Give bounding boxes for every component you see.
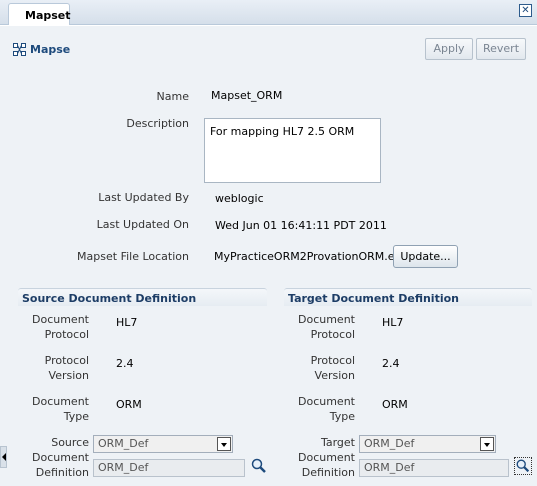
- collapse-left-icon[interactable]: [0, 446, 7, 468]
- apply-button[interactable]: Apply: [425, 38, 473, 60]
- revert-button[interactable]: Revert: [476, 38, 526, 60]
- search-icon[interactable]: [250, 457, 268, 475]
- label-line: Source: [51, 436, 89, 449]
- label-line: Type: [63, 410, 89, 423]
- chevron-down-icon[interactable]: [217, 437, 231, 451]
- label-line: Document: [298, 451, 355, 464]
- mapset-panel: Mapse Apply Revert Name Mapset_ORM Descr…: [0, 26, 537, 486]
- tab-bar: Mapset ✕: [0, 0, 537, 25]
- label-line: Definition: [35, 466, 89, 479]
- source-type-value: ORM: [116, 398, 142, 411]
- label-line: Protocol: [44, 354, 89, 367]
- source-version-value: 2.4: [116, 357, 134, 370]
- name-field[interactable]: Mapset_ORM: [206, 86, 282, 105]
- chevron-down-icon[interactable]: [480, 437, 494, 451]
- file-location-label: Mapset File Location: [77, 250, 189, 263]
- description-field[interactable]: For mapping HL7 2.5 ORM: [204, 118, 381, 183]
- label-line: Document: [32, 395, 89, 408]
- select-value: ORM_Def: [364, 437, 415, 450]
- source-definition-select[interactable]: ORM_Def: [93, 435, 233, 453]
- target-definition-select[interactable]: ORM_Def: [359, 435, 496, 453]
- label-line: Version: [314, 369, 355, 382]
- source-definition-label: Source Document Definition: [32, 435, 89, 480]
- label-line: Definition: [301, 466, 355, 479]
- update-button[interactable]: Update...: [393, 245, 458, 268]
- target-section-header: Target Document Definition: [284, 288, 532, 306]
- label-line: Version: [48, 369, 89, 382]
- source-definition-field: ORM_Def: [93, 459, 245, 477]
- label-line: Type: [329, 410, 355, 423]
- last-updated-on-value: Wed Jun 01 16:41:11 PDT 2011: [215, 219, 387, 232]
- target-type-label: Document Type: [298, 394, 355, 424]
- tab-mapset[interactable]: Mapset: [8, 3, 71, 25]
- name-label: Name: [156, 90, 189, 103]
- select-value: ORM_Def: [98, 437, 149, 450]
- last-updated-by-label: Last Updated By: [98, 191, 189, 204]
- source-section-header: Source Document Definition: [18, 288, 267, 306]
- label-line: Document: [298, 395, 355, 408]
- label-line: Protocol: [310, 328, 355, 341]
- label-line: Document: [32, 313, 89, 326]
- file-location-value: MyPracticeORM2ProvationORM.ems: [214, 250, 412, 263]
- target-version-label: Protocol Version: [311, 353, 355, 383]
- mapset-icon: [13, 43, 26, 56]
- target-type-value: ORM: [382, 398, 408, 411]
- label-line: Target: [320, 436, 355, 449]
- source-type-label: Document Type: [32, 394, 89, 424]
- source-version-label: Protocol Version: [45, 353, 89, 383]
- last-updated-on-label: Last Updated On: [96, 218, 189, 231]
- page-title: Mapse: [30, 43, 71, 56]
- last-updated-by-value: weblogic: [215, 192, 264, 205]
- source-protocol-value: HL7: [116, 316, 138, 329]
- target-protocol-value: HL7: [382, 316, 404, 329]
- label-line: Document: [298, 313, 355, 326]
- label-line: Protocol: [44, 328, 89, 341]
- description-label: Description: [126, 117, 189, 130]
- target-version-value: 2.4: [382, 357, 400, 370]
- label-line: Document: [32, 451, 89, 464]
- search-icon[interactable]: [514, 457, 532, 475]
- close-icon[interactable]: ✕: [519, 4, 532, 17]
- target-definition-field: ORM_Def: [359, 459, 509, 477]
- label-line: Protocol: [310, 354, 355, 367]
- target-definition-label: Target Document Definition: [298, 435, 355, 480]
- source-protocol-label: Document Protocol: [32, 312, 89, 342]
- target-protocol-label: Document Protocol: [298, 312, 355, 342]
